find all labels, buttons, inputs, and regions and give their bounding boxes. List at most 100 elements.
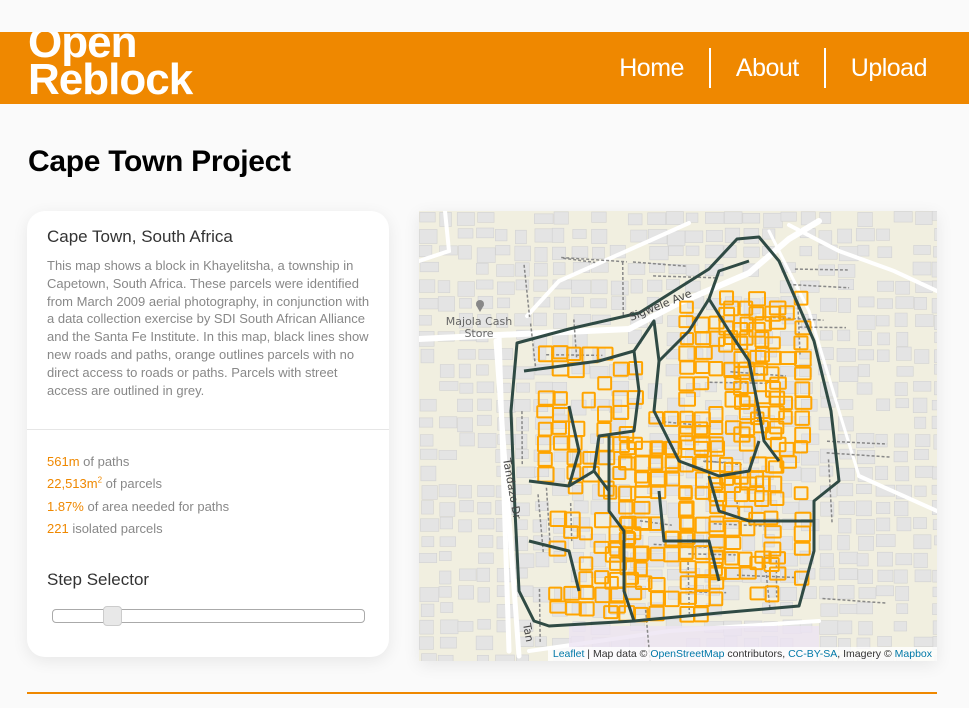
building	[439, 381, 459, 391]
building	[858, 621, 873, 636]
building	[800, 382, 813, 394]
building	[534, 228, 554, 243]
building	[857, 244, 870, 257]
building	[837, 534, 850, 551]
building	[552, 262, 566, 275]
building	[913, 297, 927, 310]
building	[934, 349, 937, 363]
building	[932, 620, 937, 635]
building	[894, 501, 909, 517]
building	[820, 330, 833, 341]
building	[780, 483, 792, 498]
building	[705, 230, 723, 242]
building	[476, 279, 494, 290]
building	[838, 501, 855, 515]
leaflet-link[interactable]: Leaflet	[553, 648, 585, 660]
building	[705, 212, 725, 224]
building	[630, 279, 643, 294]
building	[438, 586, 452, 598]
building	[437, 280, 451, 293]
building	[534, 213, 554, 224]
building	[572, 229, 587, 239]
building	[514, 399, 531, 412]
building	[533, 312, 547, 327]
building	[458, 363, 471, 379]
building	[572, 517, 591, 532]
building	[516, 382, 530, 393]
nav-upload-link[interactable]: Upload	[826, 48, 928, 88]
nav-about-link[interactable]: About	[711, 48, 824, 88]
building	[858, 331, 872, 346]
building	[592, 246, 605, 259]
building	[933, 246, 937, 258]
building	[533, 279, 548, 292]
building	[553, 296, 571, 310]
slider-handle[interactable]	[103, 606, 122, 626]
building	[934, 381, 937, 396]
stat-value: 221	[47, 520, 69, 536]
building	[894, 312, 908, 327]
building	[895, 466, 910, 482]
building	[647, 500, 667, 515]
building	[875, 465, 889, 481]
mapbox-link[interactable]: Mapbox	[895, 648, 932, 660]
building	[931, 484, 937, 495]
building	[858, 536, 875, 551]
building	[609, 468, 625, 480]
building	[440, 602, 454, 613]
step-selector-slider[interactable]	[52, 606, 365, 626]
building	[647, 212, 667, 225]
nav-home-link[interactable]: Home	[594, 48, 709, 88]
building	[895, 586, 910, 602]
building	[839, 604, 858, 614]
building	[419, 229, 438, 244]
building	[477, 587, 490, 603]
building	[837, 264, 856, 278]
building	[875, 534, 896, 547]
building	[857, 450, 876, 465]
building	[666, 211, 684, 225]
building	[931, 261, 937, 278]
building	[459, 500, 474, 513]
building	[856, 602, 873, 615]
building	[819, 620, 839, 635]
building	[571, 246, 589, 258]
map-view[interactable]: Majola Cash Store Sigwele Ave Tandazo Dr…	[419, 211, 937, 661]
building	[440, 619, 459, 635]
building	[779, 587, 797, 601]
license-link[interactable]: CC-BY-SA	[788, 648, 837, 660]
building	[837, 329, 851, 342]
building	[459, 568, 477, 581]
logo-line-2: Reblock	[28, 55, 193, 104]
building	[420, 448, 438, 460]
building	[591, 279, 608, 295]
building	[894, 433, 909, 448]
building	[896, 346, 912, 361]
top-navigation-bar: Open Reblock Home About Upload	[0, 32, 969, 104]
building	[819, 636, 837, 648]
building	[685, 245, 700, 256]
attribution-text: contributors,	[724, 648, 789, 660]
building	[456, 212, 475, 226]
openstreetmap-link[interactable]: OpenStreetMap	[650, 648, 724, 660]
building	[820, 501, 835, 517]
map-canvas[interactable]: Majola Cash Store Sigwele Ave Tandazo Dr…	[419, 211, 937, 661]
building	[838, 568, 858, 580]
building	[591, 211, 607, 223]
building	[571, 279, 591, 294]
building	[704, 382, 717, 393]
logo[interactable]: Open Reblock	[28, 32, 193, 104]
stats-list: 561m of paths 22,513m2 of parcels 1.87% …	[47, 451, 229, 540]
building	[705, 400, 722, 410]
building	[895, 553, 913, 566]
building	[421, 500, 434, 515]
building	[495, 245, 511, 256]
building	[896, 517, 912, 532]
building	[877, 551, 893, 567]
stat-label: isolated parcels	[68, 520, 163, 536]
building	[877, 349, 890, 363]
building	[553, 211, 569, 225]
building	[743, 246, 760, 258]
building	[915, 465, 934, 478]
building	[649, 246, 669, 261]
